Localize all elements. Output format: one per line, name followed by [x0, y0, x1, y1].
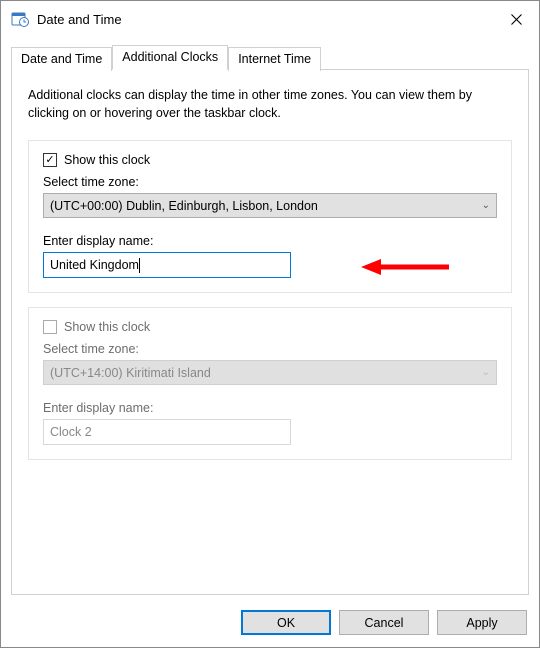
clock2-timezone-select: (UTC+14:00) Kiritimati Island ⌄	[43, 360, 497, 385]
tab-label: Internet Time	[238, 52, 311, 66]
clock1-name-label: Enter display name:	[43, 234, 497, 248]
button-label: OK	[277, 616, 295, 630]
dialog-buttons: OK Cancel Apply	[241, 610, 527, 635]
clock1-display-name-value: United Kingdom	[50, 258, 139, 272]
annotation-arrow-icon	[361, 257, 451, 282]
date-time-window: Date and Time Date and Time Additional C…	[0, 0, 540, 648]
tab-strip: Date and Time Additional Clocks Internet…	[11, 45, 529, 69]
tab-additional-clocks[interactable]: Additional Clocks	[112, 45, 228, 70]
cancel-button[interactable]: Cancel	[339, 610, 429, 635]
tab-label: Additional Clocks	[122, 50, 218, 64]
clock1-show-checkbox[interactable]: ✓	[43, 153, 57, 167]
tab-date-and-time[interactable]: Date and Time	[11, 47, 112, 71]
description-text: Additional clocks can display the time i…	[28, 86, 512, 122]
tab-page-additional-clocks: Additional clocks can display the time i…	[11, 69, 529, 595]
clock2-show-checkbox[interactable]	[43, 320, 57, 334]
tab-label: Date and Time	[21, 52, 102, 66]
clock1-show-label: Show this clock	[64, 153, 150, 167]
apply-button[interactable]: Apply	[437, 610, 527, 635]
client-area: Date and Time Additional Clocks Internet…	[1, 37, 539, 605]
ok-button[interactable]: OK	[241, 610, 331, 635]
window-title: Date and Time	[37, 12, 493, 27]
clock1-timezone-value: (UTC+00:00) Dublin, Edinburgh, Lisbon, L…	[50, 199, 476, 213]
chevron-down-icon: ⌄	[482, 200, 490, 211]
clock2-timezone-value: (UTC+14:00) Kiritimati Island	[50, 366, 476, 380]
clock2-group: Show this clock Select time zone: (UTC+1…	[28, 307, 512, 460]
clock1-tz-label: Select time zone:	[43, 175, 497, 189]
clock2-tz-label: Select time zone:	[43, 342, 497, 356]
clock1-display-name-input[interactable]: United Kingdom	[43, 252, 291, 278]
clock2-show-label: Show this clock	[64, 320, 150, 334]
chevron-down-icon: ⌄	[482, 367, 490, 378]
clock1-timezone-select[interactable]: (UTC+00:00) Dublin, Edinburgh, Lisbon, L…	[43, 193, 497, 218]
button-label: Cancel	[365, 616, 404, 630]
titlebar: Date and Time	[1, 1, 539, 37]
close-button[interactable]	[493, 1, 539, 37]
text-caret	[139, 258, 140, 273]
clock2-name-label: Enter display name:	[43, 401, 497, 415]
checkmark-icon: ✓	[45, 155, 54, 166]
clock2-display-name-input: Clock 2	[43, 419, 291, 445]
tab-internet-time[interactable]: Internet Time	[228, 47, 321, 71]
clock2-display-name-value: Clock 2	[50, 425, 92, 439]
clock1-group: ✓ Show this clock Select time zone: (UTC…	[28, 140, 512, 293]
date-time-icon	[11, 10, 29, 28]
button-label: Apply	[466, 616, 497, 630]
